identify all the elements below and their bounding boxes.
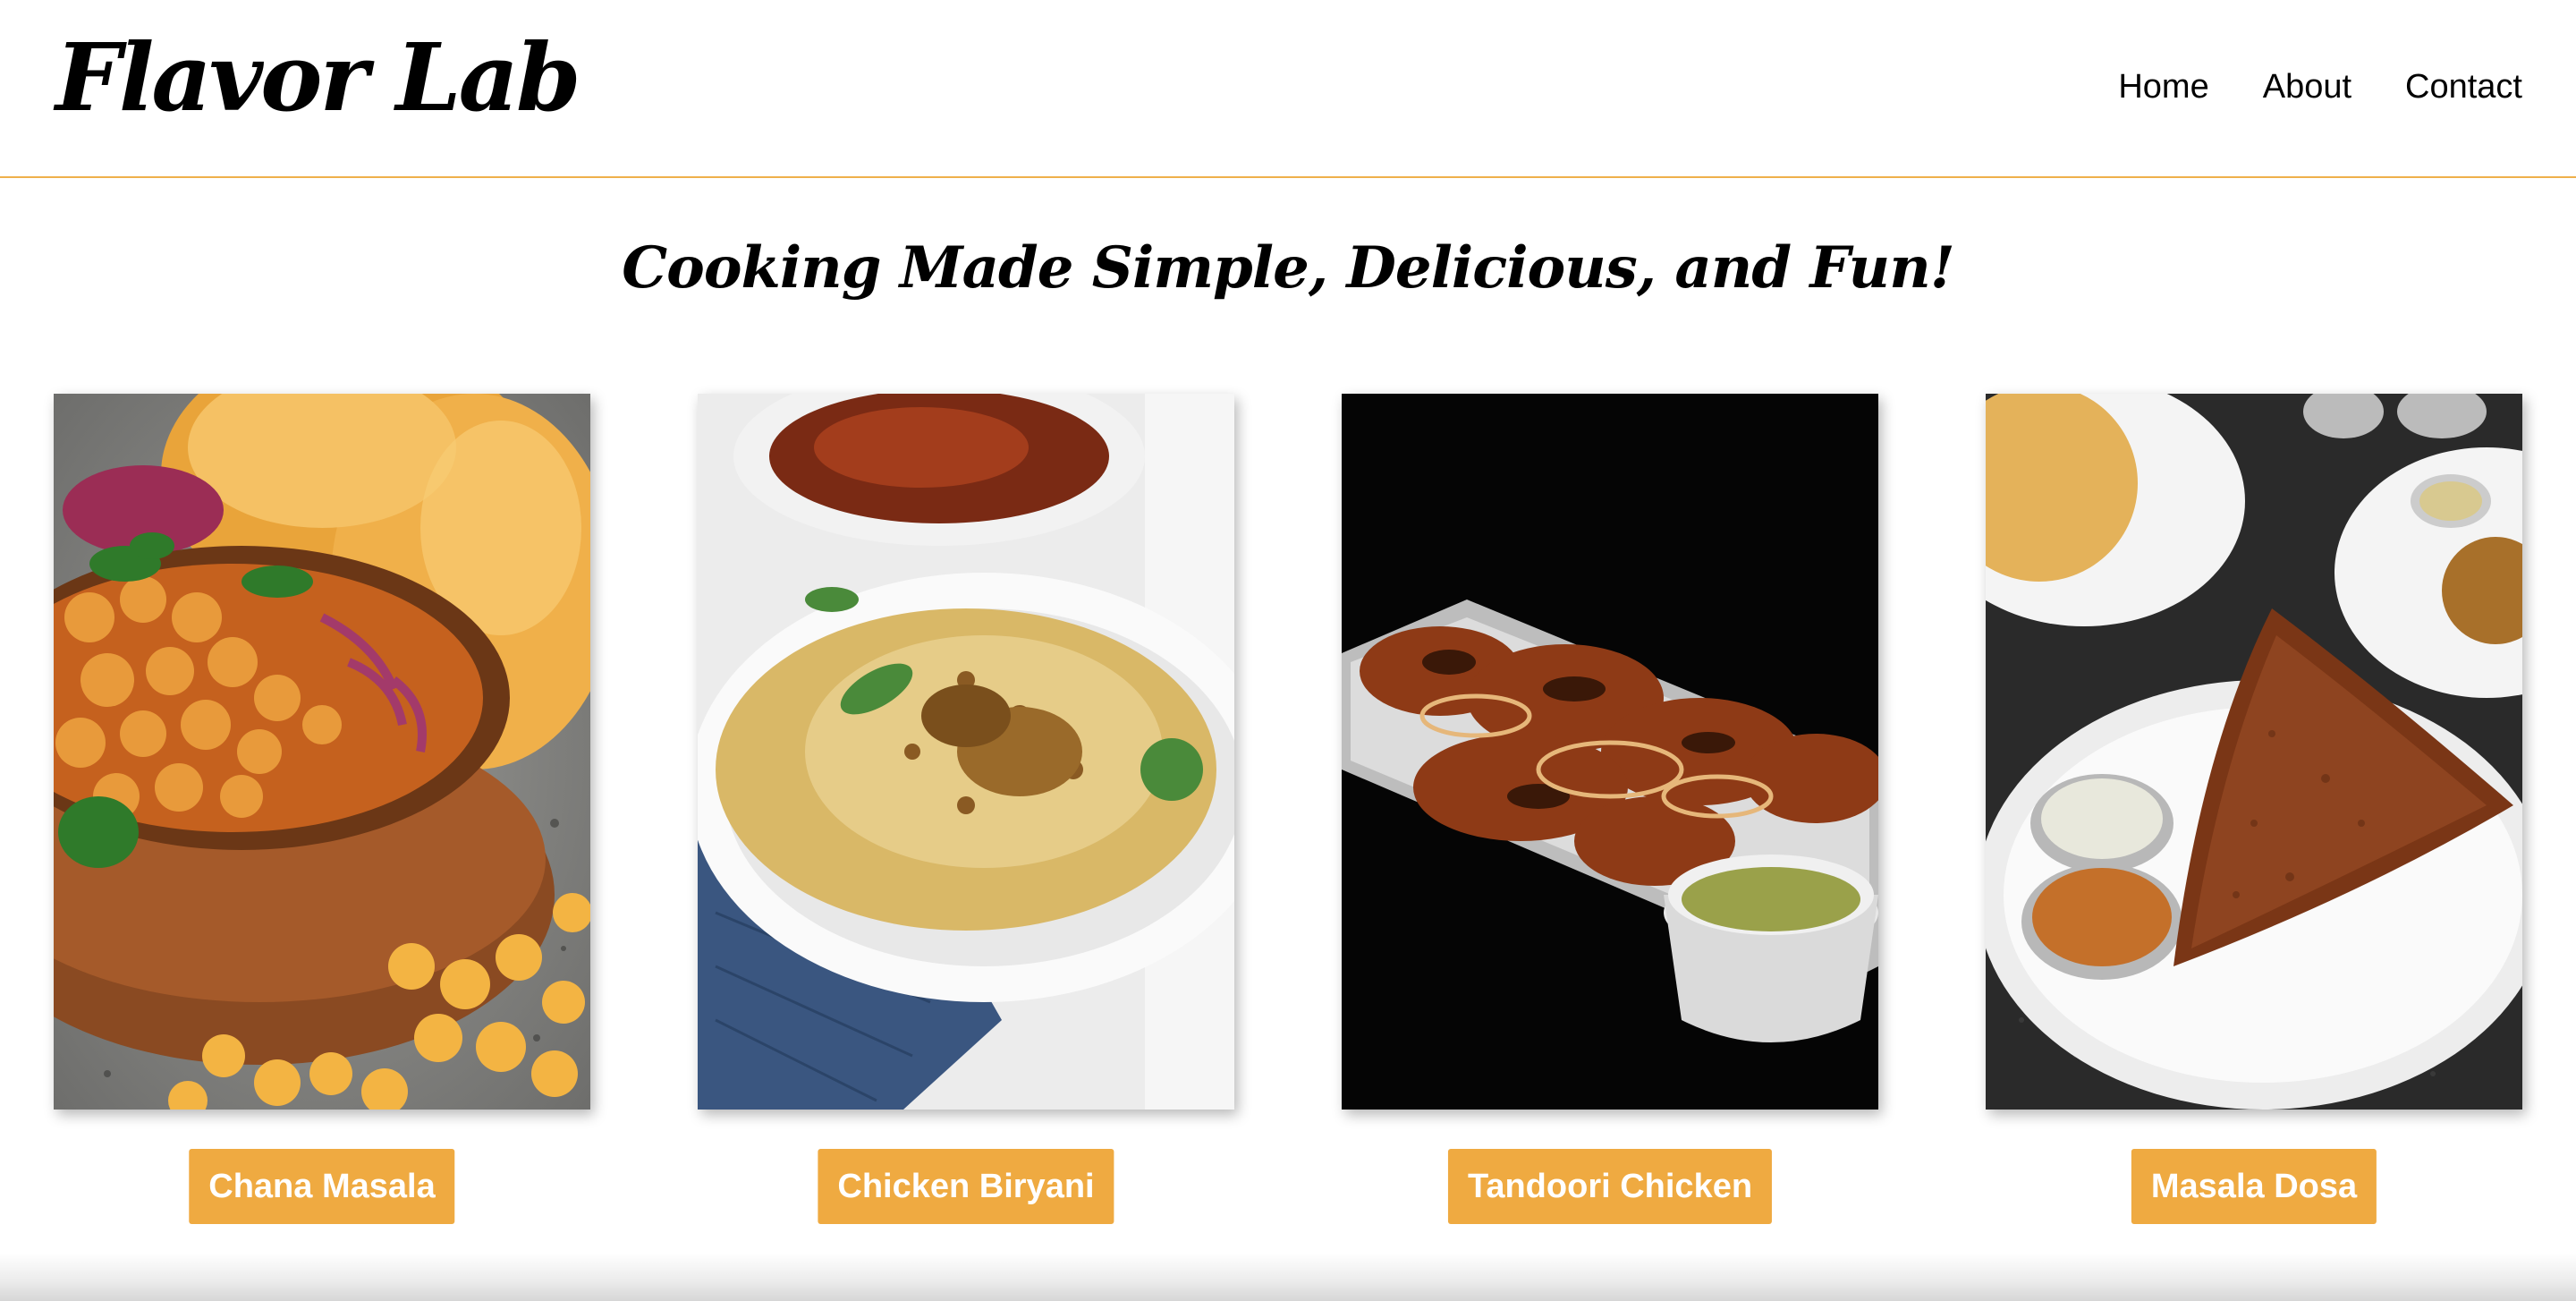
site-logo[interactable]: Flavor Lab [55,20,581,136]
recipe-card-chicken-biryani: Chicken Biryani [698,394,1234,1224]
nav-link-home[interactable]: Home [2118,64,2208,109]
recipe-button-tandoori-chicken[interactable]: Tandoori Chicken [1447,1149,1773,1224]
masala-dosa-photo [1986,394,2522,1110]
recipe-image-chana-masala[interactable] [54,394,590,1110]
recipe-image-chicken-biryani[interactable] [698,394,1234,1110]
tandoori-chicken-photo [1342,394,1878,1110]
recipe-image-tandoori-chicken[interactable] [1342,394,1878,1110]
chana-masala-photo [54,394,590,1110]
nav-link-contact[interactable]: Contact [2405,64,2522,109]
recipe-card-chana-masala: Chana Masala [54,394,590,1224]
page-bottom-shadow [0,1253,2576,1301]
recipe-button-chicken-biryani[interactable]: Chicken Biryani [818,1149,1114,1224]
hero-tagline: Cooking Made Simple, Delicious, and Fun! [622,234,1955,302]
recipe-button-masala-dosa[interactable]: Masala Dosa [2131,1149,2377,1224]
site-header: Flavor Lab Home About Contact [0,0,2576,178]
recipe-image-masala-dosa[interactable] [1986,394,2522,1110]
recipe-button-chana-masala[interactable]: Chana Masala [189,1149,455,1224]
recipe-card-masala-dosa: Masala Dosa [1986,394,2522,1224]
chicken-biryani-photo [698,394,1234,1110]
recipe-card-tandoori-chicken: Tandoori Chicken [1342,394,1878,1224]
main-nav: Home About Contact [2118,64,2522,109]
nav-link-about[interactable]: About [2263,64,2351,109]
